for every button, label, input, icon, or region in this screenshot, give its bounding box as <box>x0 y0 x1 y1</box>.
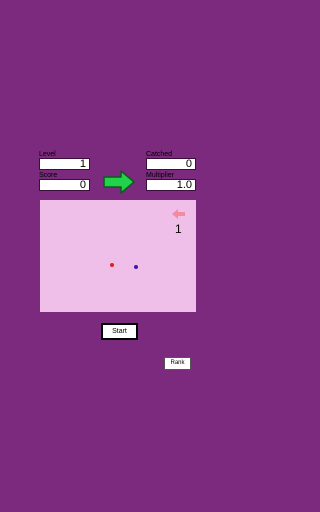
score-field: 0 <box>39 179 90 191</box>
level-field: 1 <box>39 158 90 170</box>
game-board[interactable]: 1 <box>40 200 196 312</box>
start-button[interactable]: Start <box>101 323 138 340</box>
left-arrow-icon <box>172 209 185 219</box>
board-count: 1 <box>175 222 182 236</box>
green-right-arrow-icon[interactable] <box>103 170 135 194</box>
red-dot[interactable] <box>110 263 114 267</box>
blue-dot[interactable] <box>134 265 138 269</box>
caught-field: 0 <box>146 158 196 170</box>
multiplier-field: 1.0 <box>146 179 196 191</box>
rank-button[interactable]: Rank <box>164 357 191 370</box>
